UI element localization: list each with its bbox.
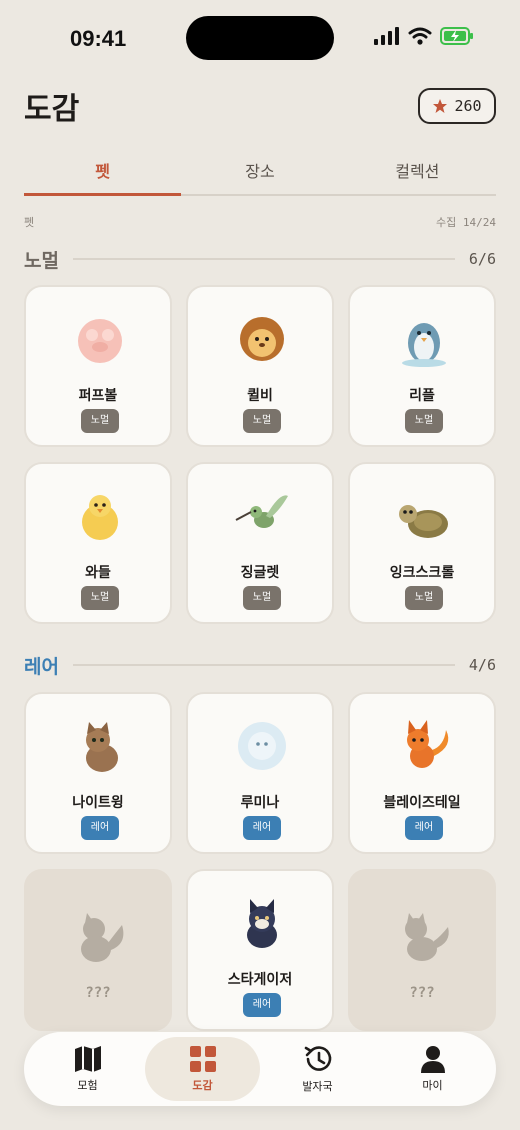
points-badge[interactable]: 260 [418, 88, 496, 124]
grade-badge: 노멀 [81, 409, 119, 433]
pet-name: 루미나 [240, 795, 280, 811]
wifi-icon [408, 27, 432, 45]
pet-card[interactable]: 징글렛 노멀 [186, 462, 334, 624]
header: 도감 260 [24, 84, 496, 128]
pet-name: ??? [409, 985, 435, 1001]
bottom-nav: 모험 도감 발자국 마이 [24, 1032, 496, 1106]
locked-pet-silhouette-icon [405, 913, 449, 961]
hummingbird-pet-icon [235, 495, 288, 528]
collection-meta: 펫 수집 14/24 [24, 214, 496, 230]
grade-badge: 레어 [405, 816, 443, 840]
grade-badge: 노멀 [405, 409, 443, 433]
grade-badge: 노멀 [81, 586, 119, 610]
nav-adventure[interactable]: 모험 [30, 1037, 145, 1101]
signal-icon [374, 27, 399, 45]
pet-card[interactable]: 퀼비 노멀 [186, 285, 334, 447]
grade-badge: 레어 [81, 816, 119, 840]
fox-pet-icon [407, 720, 449, 768]
section-rare-header: 레어 4/6 [24, 652, 496, 678]
pet-name: 징글렛 [240, 565, 280, 581]
grade-badge: 레어 [243, 993, 281, 1017]
page-title: 도감 [24, 92, 80, 127]
nav-footprints[interactable]: 발자국 [260, 1037, 375, 1101]
pet-name: 잉크스크롤 [389, 565, 455, 581]
history-icon [304, 1046, 331, 1071]
chick-pet-icon [82, 495, 118, 540]
star-icon [433, 99, 448, 113]
turtle-pet-icon [399, 505, 448, 538]
penguin-pet-icon [402, 323, 446, 367]
pet-name: 와들 [85, 565, 111, 581]
section-normal-header: 노멀 6/6 [24, 246, 496, 272]
pet-name: 나이트윙 [72, 795, 124, 811]
pet-card[interactable]: 나이트윙 레어 [24, 692, 172, 854]
status-time: 09:41 [70, 26, 127, 51]
nav-label: 도감 [192, 1079, 213, 1092]
nav-label: 모험 [77, 1079, 98, 1092]
locked-pet-card[interactable]: ??? [348, 869, 496, 1031]
locked-pet-card[interactable]: ??? [24, 869, 172, 1031]
map-icon [74, 1046, 101, 1072]
spirit-pet-icon [238, 722, 286, 770]
grid-icon [189, 1046, 216, 1072]
pet-card[interactable]: 블레이즈테일 레어 [348, 692, 496, 854]
nav-label: 발자국 [302, 1080, 333, 1093]
grade-badge: 레어 [243, 816, 281, 840]
pet-name: 퍼프볼 [78, 388, 118, 404]
section-count: 6/6 [468, 250, 496, 268]
pet-card[interactable]: 퍼프볼 노멀 [24, 285, 172, 447]
battery-icon [440, 27, 473, 45]
status-icons [374, 27, 474, 45]
pet-name: ??? [85, 985, 111, 1001]
nav-label: 마이 [422, 1079, 443, 1092]
section-count: 4/6 [468, 656, 496, 674]
section-divider [72, 664, 455, 666]
locked-pet-silhouette-icon [81, 913, 124, 962]
section-divider [72, 258, 455, 260]
status-bar: 09:41 [0, 0, 520, 76]
pet-card[interactable]: 잉크스크롤 노멀 [348, 462, 496, 624]
pet-name: 블레이즈테일 [383, 795, 461, 811]
person-icon [420, 1046, 445, 1073]
tab-collection[interactable]: 컬렉션 [339, 150, 496, 194]
stargazer-pet-icon [247, 899, 277, 948]
hedgehog-pet-icon [240, 317, 284, 361]
grade-badge: 노멀 [243, 409, 281, 433]
pet-name: 퀼비 [247, 388, 273, 404]
nav-collection[interactable]: 도감 [145, 1037, 260, 1101]
tab-pets[interactable]: 펫 [24, 150, 182, 196]
collected-count: 수집 14/24 [436, 216, 496, 229]
pet-card[interactable]: 리플 노멀 [348, 285, 496, 447]
section-name: 레어 [24, 655, 59, 678]
points-value: 260 [454, 97, 482, 115]
pet-card[interactable]: 루미나 레어 [186, 692, 334, 854]
pet-name: 스타게이저 [227, 972, 293, 988]
nav-my[interactable]: 마이 [375, 1037, 490, 1101]
pet-name: 리플 [409, 388, 435, 404]
pet-card[interactable]: 스타게이저 레어 [186, 869, 334, 1031]
pet-card[interactable]: 와들 노멀 [24, 462, 172, 624]
puffball-pet-icon [78, 319, 122, 363]
cat-pet-icon [86, 722, 118, 772]
category-label: 펫 [24, 216, 35, 229]
tab-places[interactable]: 장소 [181, 150, 338, 194]
dynamic-island [186, 16, 334, 60]
grade-badge: 노멀 [243, 586, 281, 610]
grade-badge: 노멀 [405, 586, 443, 610]
section-name: 노멀 [24, 249, 59, 272]
tab-bar: 펫 장소 컬렉션 [24, 150, 496, 196]
